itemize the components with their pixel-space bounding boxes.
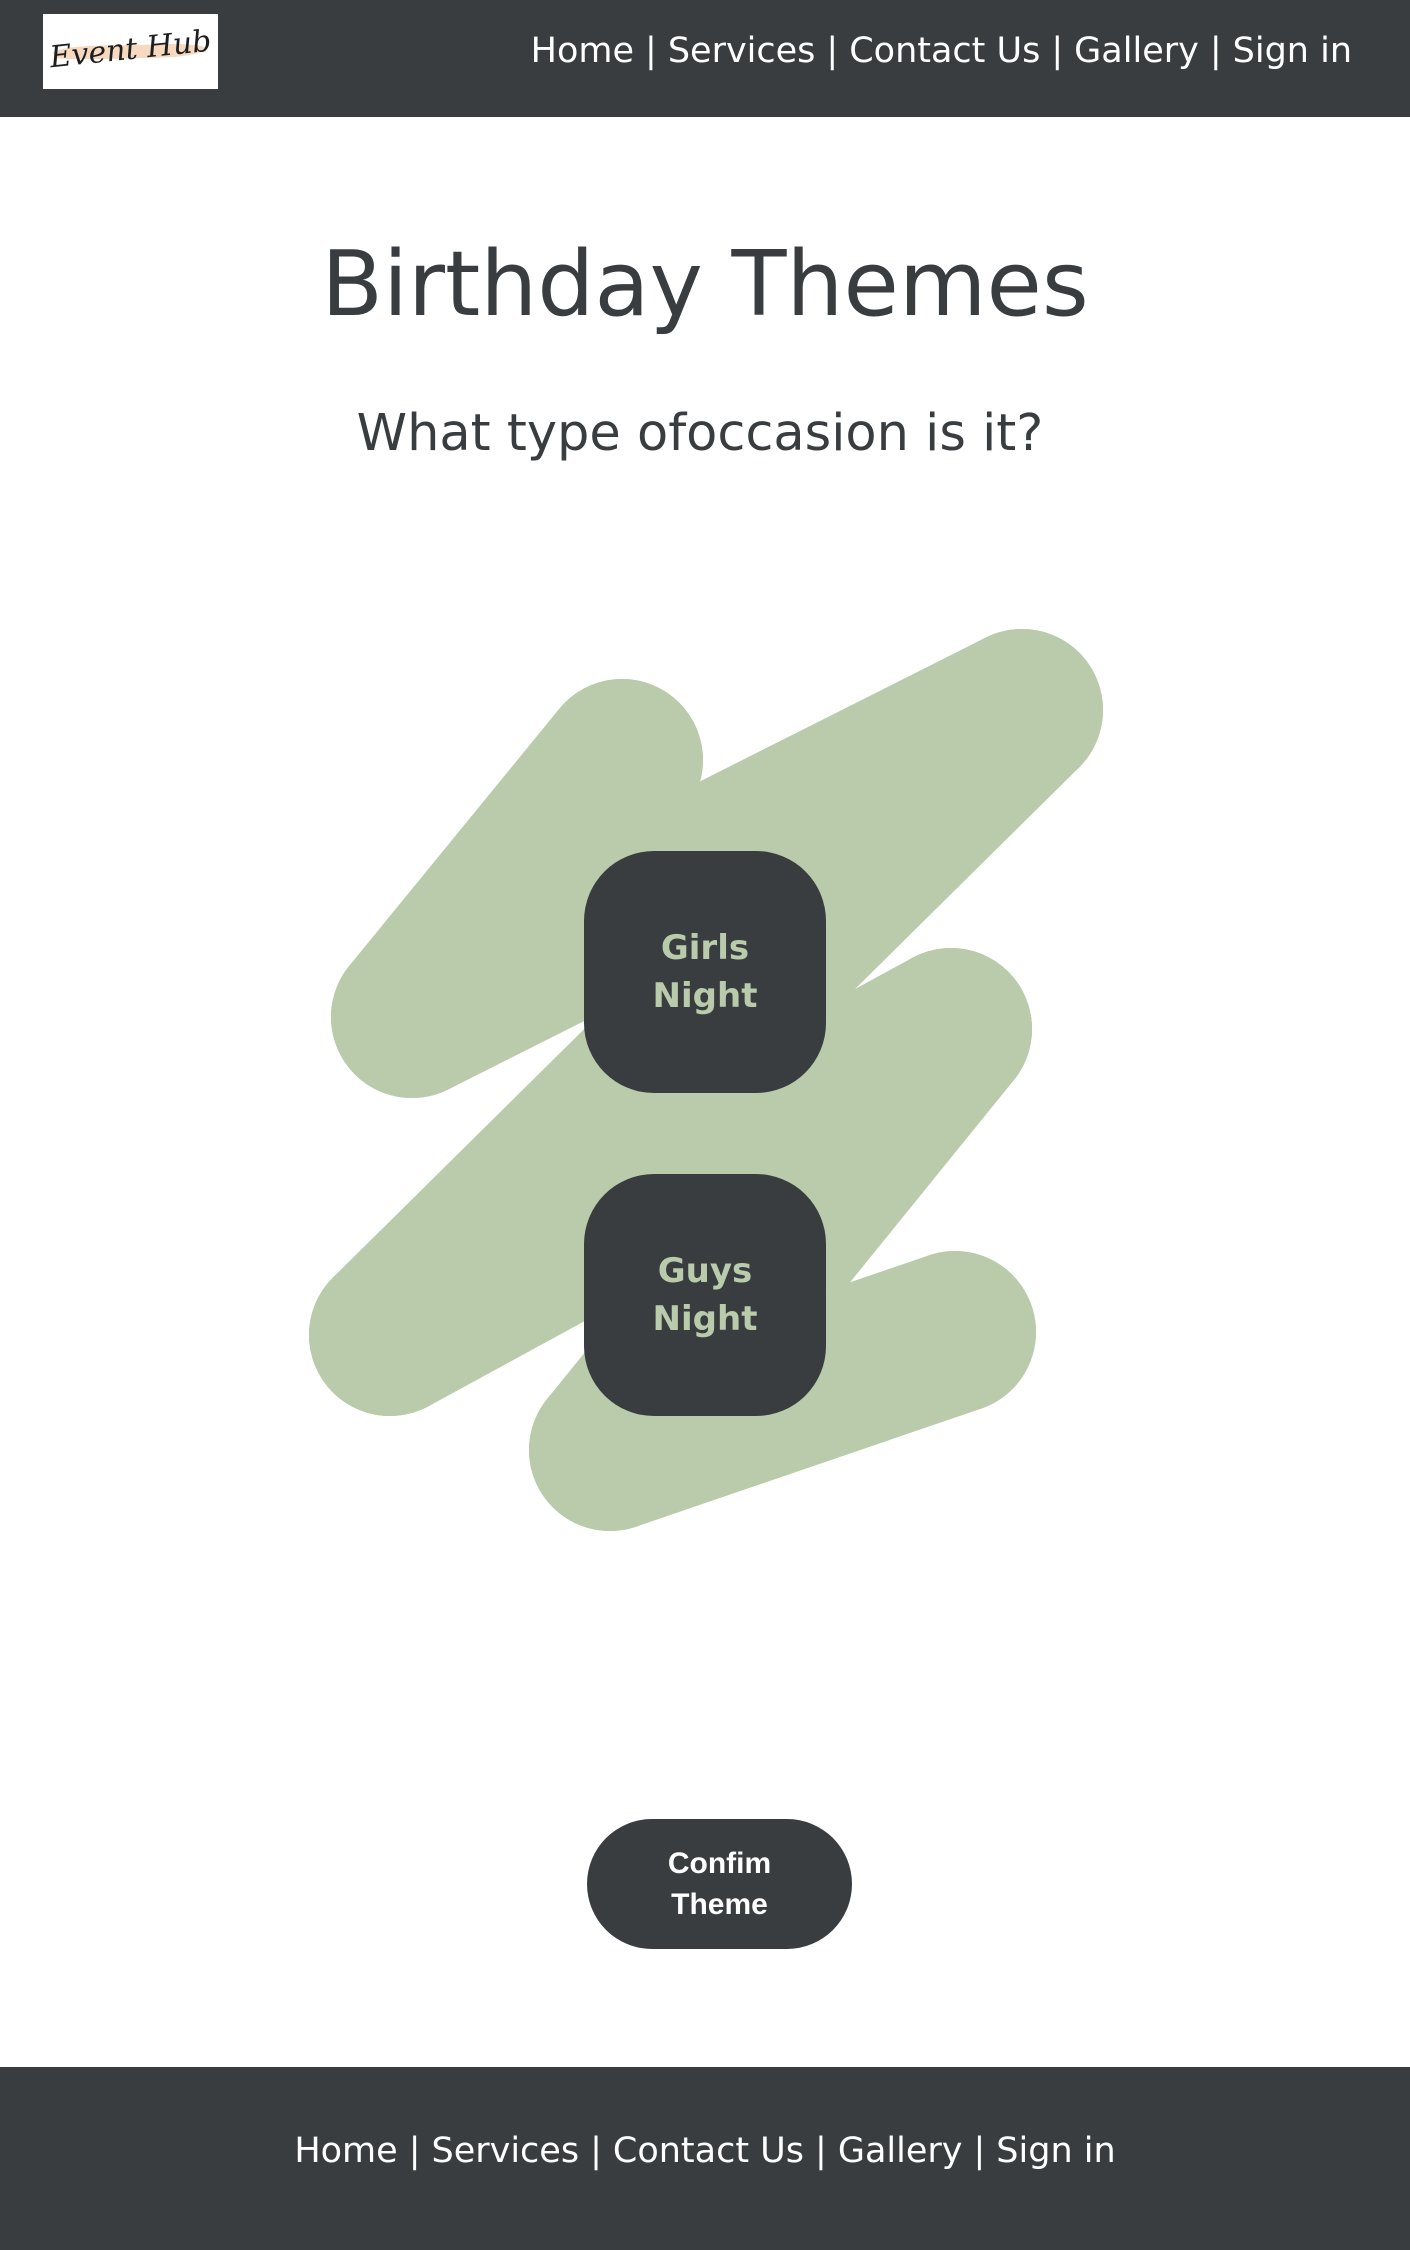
footer-separator: |	[590, 2131, 602, 2171]
page-title: Birthday Themes	[321, 232, 1089, 337]
confirm-theme-button[interactable]: Confim Theme	[587, 1819, 852, 1949]
nav-separator: |	[1051, 31, 1064, 71]
page-subtitle: What type ofoccasion is it?	[356, 404, 1044, 463]
nav-sign-in-link[interactable]: Sign in	[1233, 31, 1352, 71]
footer: Home | Services | Contact Us | Gallery |…	[0, 2067, 1410, 2250]
nav-home-link[interactable]: Home	[531, 31, 634, 71]
footer-home-link[interactable]: Home	[294, 2131, 397, 2171]
footer-nav: Home | Services | Contact Us | Gallery |…	[0, 2131, 1410, 2171]
footer-separator: |	[973, 2131, 986, 2171]
logo-text: Event Hub	[48, 23, 213, 76]
footer-gallery-link[interactable]: Gallery	[838, 2131, 963, 2171]
footer-separator: |	[408, 2131, 421, 2171]
nav-gallery-link[interactable]: Gallery	[1074, 31, 1199, 71]
nav-contact-us-link[interactable]: Contact Us	[849, 31, 1040, 71]
nav-separator: |	[645, 31, 657, 71]
event-hub-logo[interactable]: Event Hub	[43, 14, 218, 89]
nav-services-link[interactable]: Services	[668, 31, 816, 71]
footer-services-link[interactable]: Services	[431, 2131, 579, 2171]
footer-contact-us-link[interactable]: Contact Us	[613, 2131, 804, 2171]
nav-separator: |	[1209, 31, 1222, 71]
footer-separator: |	[815, 2131, 827, 2171]
guys-night-theme-button[interactable]: Guys Night	[584, 1174, 826, 1416]
girls-night-theme-button[interactable]: Girls Night	[584, 851, 826, 1093]
top-nav: Home | Services | Contact Us | Gallery |…	[531, 26, 1352, 76]
nav-separator: |	[826, 31, 839, 71]
header: Event Hub Home | Services | Contact Us |…	[0, 0, 1410, 117]
footer-sign-in-link[interactable]: Sign in	[996, 2131, 1115, 2171]
